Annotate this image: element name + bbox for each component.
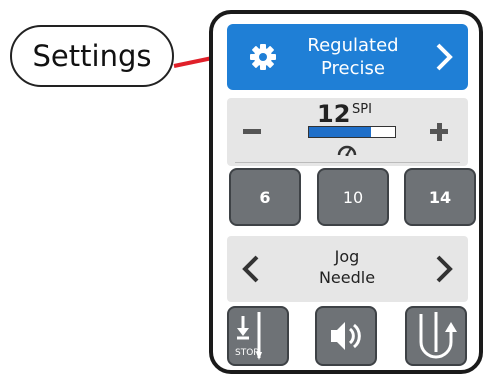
stop-label: STOP — [235, 348, 259, 358]
thread-needle-up-button[interactable] — [405, 306, 467, 366]
spi-level-bar — [308, 126, 396, 138]
spi-value: 12 — [317, 100, 351, 128]
jog-line2: Needle — [318, 268, 376, 287]
chevron-left-icon[interactable] — [241, 253, 261, 285]
mode-button[interactable]: Regulated Precise — [227, 24, 468, 90]
mode-label: Regulated Precise — [283, 34, 423, 80]
preset-button-10[interactable]: 10 — [317, 168, 389, 226]
plus-icon-vertical — [436, 122, 442, 141]
speedometer-icon — [337, 145, 357, 156]
chevron-right-icon[interactable] — [434, 253, 454, 285]
spi-unit: SPI — [352, 102, 372, 117]
control-panel: Regulated Precise 12 SPI 6 10 14 Jog Nee… — [209, 10, 483, 374]
jog-label: Jog Needle — [287, 246, 407, 288]
chevron-right-icon — [436, 43, 453, 71]
divider — [235, 162, 460, 163]
preset-button-6[interactable]: 6 — [229, 168, 301, 226]
jog-needle-control: Jog Needle — [227, 236, 468, 302]
minus-icon[interactable] — [243, 129, 261, 134]
needle-up-icon — [419, 312, 457, 359]
gear-icon — [250, 44, 276, 70]
sound-button[interactable] — [315, 306, 377, 366]
needle-stop-button[interactable]: STOP — [227, 306, 289, 366]
mode-line1: Regulated — [307, 35, 399, 56]
spi-level-fill — [309, 127, 371, 137]
preset-button-14[interactable]: 14 — [404, 168, 476, 226]
jog-line1: Jog — [334, 247, 360, 266]
mode-line2: Precise — [321, 58, 385, 79]
stitch-length-control: 12 SPI — [227, 98, 468, 166]
speaker-icon — [331, 322, 361, 350]
